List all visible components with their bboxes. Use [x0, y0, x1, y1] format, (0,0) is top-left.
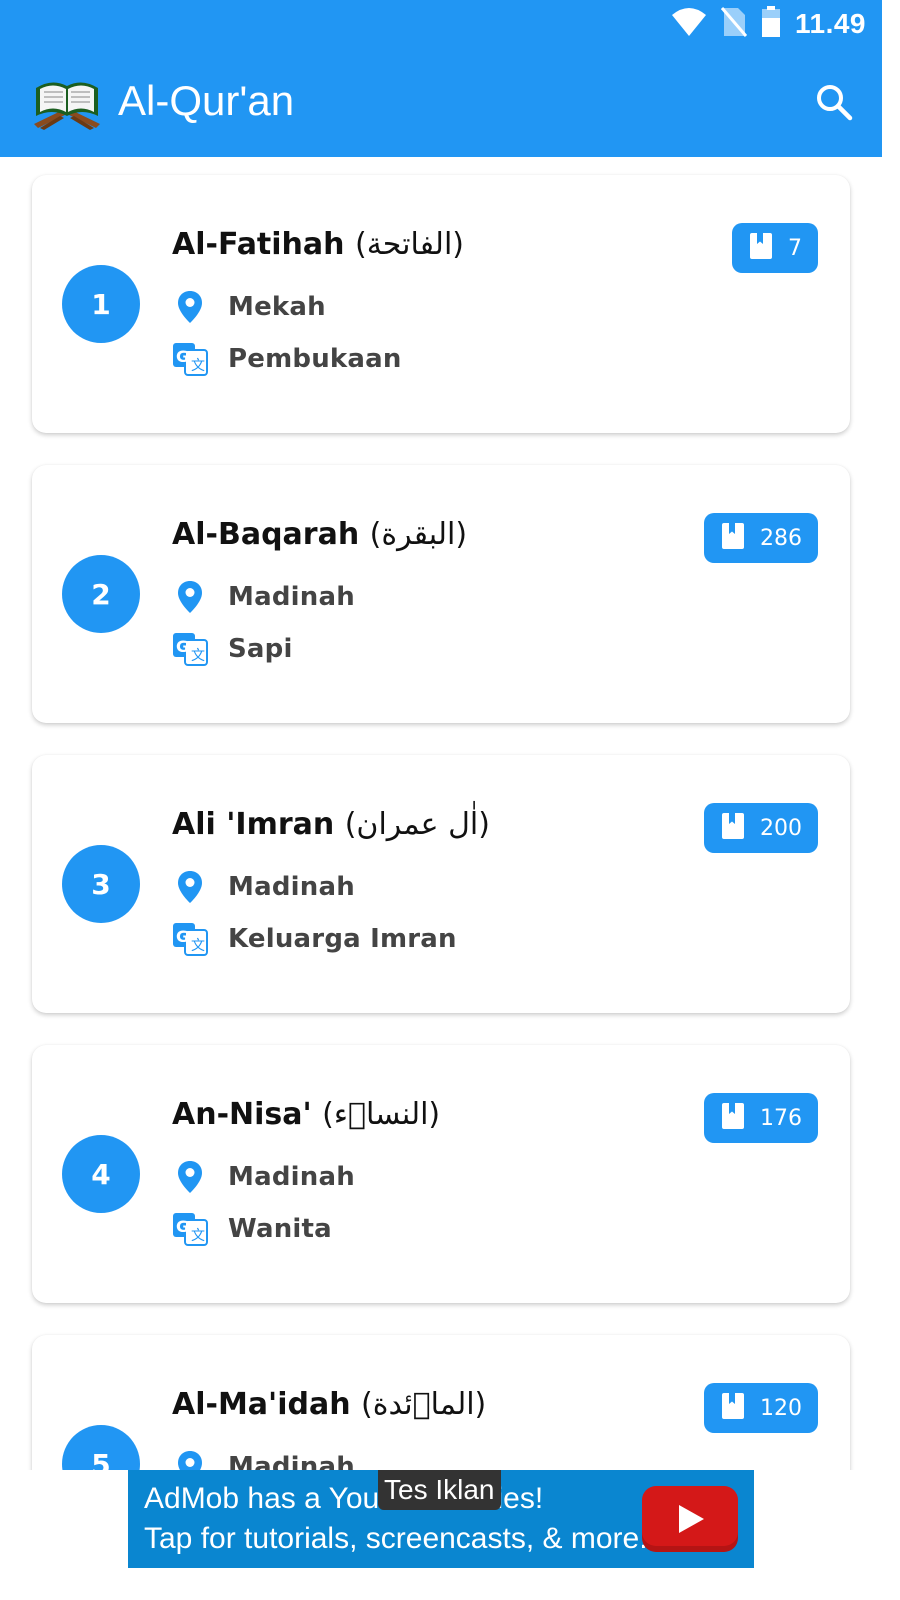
revelation-place: Mekah	[172, 289, 326, 325]
status-bar: 11.49	[671, 6, 866, 42]
surah-number: 1	[62, 265, 140, 343]
surah-arabic-name: (الماۤئدة)	[361, 1387, 487, 1422]
meaning-text: Sapi	[228, 634, 293, 664]
surah-arabic-name: (البقرة)	[369, 517, 468, 552]
surah-title: An-Nisa' (النساۤء)	[172, 1095, 440, 1135]
verse-count: 286	[760, 525, 802, 551]
location-pin-icon	[172, 1449, 208, 1470]
surah-card[interactable]: 1 Al-Fatihah (الفاتحة) Mekah G文 Pembukaa…	[32, 175, 850, 433]
revelation-place: Madinah	[172, 579, 355, 615]
meaning-text: Keluarga Imran	[228, 924, 457, 954]
youtube-play-icon[interactable]	[642, 1486, 738, 1552]
surah-meaning: G文 Keluarga Imran	[172, 921, 457, 957]
surah-title: Al-Ma'idah (الماۤئدة)	[172, 1385, 486, 1425]
verse-count: 176	[760, 1105, 802, 1131]
place-text: Madinah	[228, 1162, 355, 1192]
place-text: Madinah	[228, 872, 355, 902]
battery-icon	[761, 6, 781, 42]
quran-logo-icon	[30, 74, 104, 130]
book-icon	[722, 523, 744, 553]
svg-text:G: G	[176, 1217, 189, 1236]
surah-number: 3	[62, 845, 140, 923]
verse-count-badge[interactable]: 176	[704, 1093, 818, 1143]
surah-title: Al-Fatihah (الفاتحة)	[172, 225, 464, 265]
meaning-text: Pembukaan	[228, 344, 402, 374]
surah-title: Al-Baqarah (البقرة)	[172, 515, 467, 555]
surah-meaning: G文 Pembukaan	[172, 341, 402, 377]
location-pin-icon	[172, 869, 208, 905]
place-text: Madinah	[228, 1452, 355, 1470]
revelation-place: Madinah	[172, 869, 355, 905]
surah-meaning: G文 Wanita	[172, 1211, 332, 1247]
app-title: Al-Qur'an	[118, 77, 295, 124]
surah-name: Ali 'Imran	[172, 807, 335, 842]
app-bar: 11.49 Al-Qur'an	[0, 0, 882, 157]
verse-count-badge[interactable]: 120	[704, 1383, 818, 1433]
revelation-place: Madinah	[172, 1449, 355, 1470]
book-icon	[722, 1103, 744, 1133]
translate-icon: G文	[172, 1211, 208, 1247]
svg-text:G: G	[176, 927, 189, 946]
surah-name: Al-Fatihah	[172, 227, 345, 262]
svg-text:文: 文	[191, 358, 205, 374]
status-time: 11.49	[794, 8, 866, 39]
surah-card[interactable]: 5 Al-Ma'idah (الماۤئدة) Madinah 120	[32, 1335, 850, 1470]
surah-name: Al-Baqarah	[172, 517, 360, 552]
svg-text:G: G	[176, 637, 189, 656]
surah-meaning: G文 Sapi	[172, 631, 293, 667]
test-ad-label: Tes Iklan	[378, 1470, 501, 1510]
location-pin-icon	[172, 289, 208, 325]
surah-name: An-Nisa'	[172, 1097, 312, 1132]
verse-count-badge[interactable]: 200	[704, 803, 818, 853]
no-sim-icon	[720, 6, 748, 42]
verse-count-badge[interactable]: 286	[704, 513, 818, 563]
translate-icon: G文	[172, 921, 208, 957]
verse-count-badge[interactable]: 7	[732, 223, 818, 273]
location-pin-icon	[172, 1159, 208, 1195]
book-icon	[722, 813, 744, 843]
surah-name: Al-Ma'idah	[172, 1387, 351, 1422]
svg-text:文: 文	[191, 648, 205, 664]
book-icon	[750, 233, 772, 263]
svg-text:文: 文	[191, 938, 205, 954]
surah-card[interactable]: 2 Al-Baqarah (البقرة) Madinah G文 Sapi 28…	[32, 465, 850, 723]
translate-icon: G文	[172, 631, 208, 667]
verse-count: 120	[760, 1395, 802, 1421]
svg-text:文: 文	[191, 1228, 205, 1244]
revelation-place: Madinah	[172, 1159, 355, 1195]
translate-icon: G文	[172, 341, 208, 377]
wifi-icon	[671, 7, 707, 41]
surah-arabic-name: (الفاتحة)	[354, 227, 464, 262]
search-icon	[814, 85, 854, 126]
surah-card[interactable]: 4 An-Nisa' (النساۤء) Madinah G文 Wanita 1…	[32, 1045, 850, 1303]
verse-count: 7	[788, 235, 802, 261]
surah-number: 5	[62, 1425, 140, 1470]
place-text: Mekah	[228, 292, 326, 322]
surah-list[interactable]: 1 Al-Fatihah (الفاتحة) Mekah G文 Pembukaa…	[0, 157, 882, 1470]
surah-number: 4	[62, 1135, 140, 1213]
verse-count: 200	[760, 815, 802, 841]
surah-number: 2	[62, 555, 140, 633]
ad-description: Tap for tutorials, screencasts, & more.	[144, 1522, 648, 1555]
location-pin-icon	[172, 579, 208, 615]
svg-text:G: G	[176, 347, 189, 366]
meaning-text: Wanita	[228, 1214, 332, 1244]
place-text: Madinah	[228, 582, 355, 612]
surah-title: Ali 'Imran (اٰل عمران)	[172, 805, 490, 845]
ad-banner[interactable]: AdMob has a YouTube series! Tap for tuto…	[128, 1470, 754, 1568]
surah-card[interactable]: 3 Ali 'Imran (اٰل عمران) Madinah G文 Kelu…	[32, 755, 850, 1013]
search-button[interactable]	[814, 82, 854, 122]
book-icon	[722, 1393, 744, 1423]
surah-arabic-name: (النساۤء)	[322, 1097, 441, 1132]
surah-arabic-name: (اٰل عمران)	[344, 807, 490, 842]
